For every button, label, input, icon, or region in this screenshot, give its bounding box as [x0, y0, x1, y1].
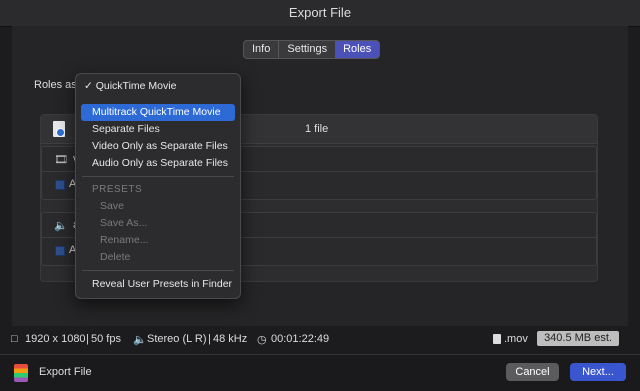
menu-item-audio-only[interactable]: Audio Only as Separate Files: [81, 155, 235, 172]
menu-item-reveal-presets[interactable]: Reveal User Presets in Finder: [81, 276, 235, 293]
next-button[interactable]: Next...: [570, 363, 626, 381]
duration-text: 00:01:22:49: [271, 333, 330, 345]
file-icon: [493, 334, 501, 344]
sample-rate-text: 48 kHz: [213, 333, 248, 345]
footer-bar: Export File Cancel Next...: [0, 354, 640, 391]
menu-item-delete[interactable]: Delete: [81, 249, 235, 266]
menu-item-save[interactable]: Save: [81, 198, 235, 215]
menu-item-rename[interactable]: Rename...: [81, 232, 235, 249]
file-count: 1 file: [305, 123, 329, 135]
menu-item-separate-files[interactable]: Separate Files: [81, 121, 235, 138]
video-role-checkbox[interactable]: [55, 180, 65, 190]
speaker-icon: 🔈: [133, 334, 147, 346]
cancel-button[interactable]: Cancel: [506, 363, 559, 381]
presets-header: PRESETS: [92, 184, 143, 195]
fps-text: 50 fps: [91, 333, 121, 345]
clock-icon: ◷: [257, 334, 267, 346]
footer-title: Export File: [39, 366, 92, 378]
menu-item-multitrack[interactable]: Multitrack QuickTime Movie: [81, 104, 235, 121]
menu-separator: [82, 270, 234, 271]
tab-settings[interactable]: Settings: [279, 41, 335, 58]
export-file-icon: [14, 364, 28, 382]
separator-bar: |: [208, 333, 211, 345]
menu-item-quicktime-movie[interactable]: ✓ QuickTime Movie: [81, 78, 235, 95]
window-title: Export File: [0, 0, 640, 27]
speaker-icon: 🔈: [54, 220, 68, 232]
resolution-text: 1920 x 1080: [25, 333, 86, 345]
checkmark-icon: ✓: [84, 80, 96, 92]
tab-roles[interactable]: Roles: [335, 41, 380, 58]
status-bar: □ 1920 x 1080 | 50 fps 🔈 Stereo (L R) | …: [0, 326, 640, 352]
film-icon: 🎞: [54, 154, 68, 166]
roles-as-label: Roles as: [34, 79, 77, 91]
menu-separator: [82, 176, 234, 177]
estimated-size-badge: 340.5 MB est.: [537, 331, 619, 346]
audio-channels-text: Stereo (L R): [147, 333, 207, 345]
quicktime-file-icon: [53, 121, 65, 137]
extension-text: .mov: [504, 333, 528, 345]
audio-role-checkbox[interactable]: [55, 246, 65, 256]
tab-bar: Info Settings Roles: [243, 40, 381, 59]
separator-bar: |: [86, 333, 89, 345]
menu-item-video-only[interactable]: Video Only as Separate Files: [81, 138, 235, 155]
menu-item-save-as[interactable]: Save As...: [81, 215, 235, 232]
display-icon: □: [11, 333, 18, 345]
tab-info[interactable]: Info: [244, 41, 278, 58]
roles-dropdown-menu: ✓ QuickTime Movie Multitrack QuickTime M…: [75, 73, 241, 299]
